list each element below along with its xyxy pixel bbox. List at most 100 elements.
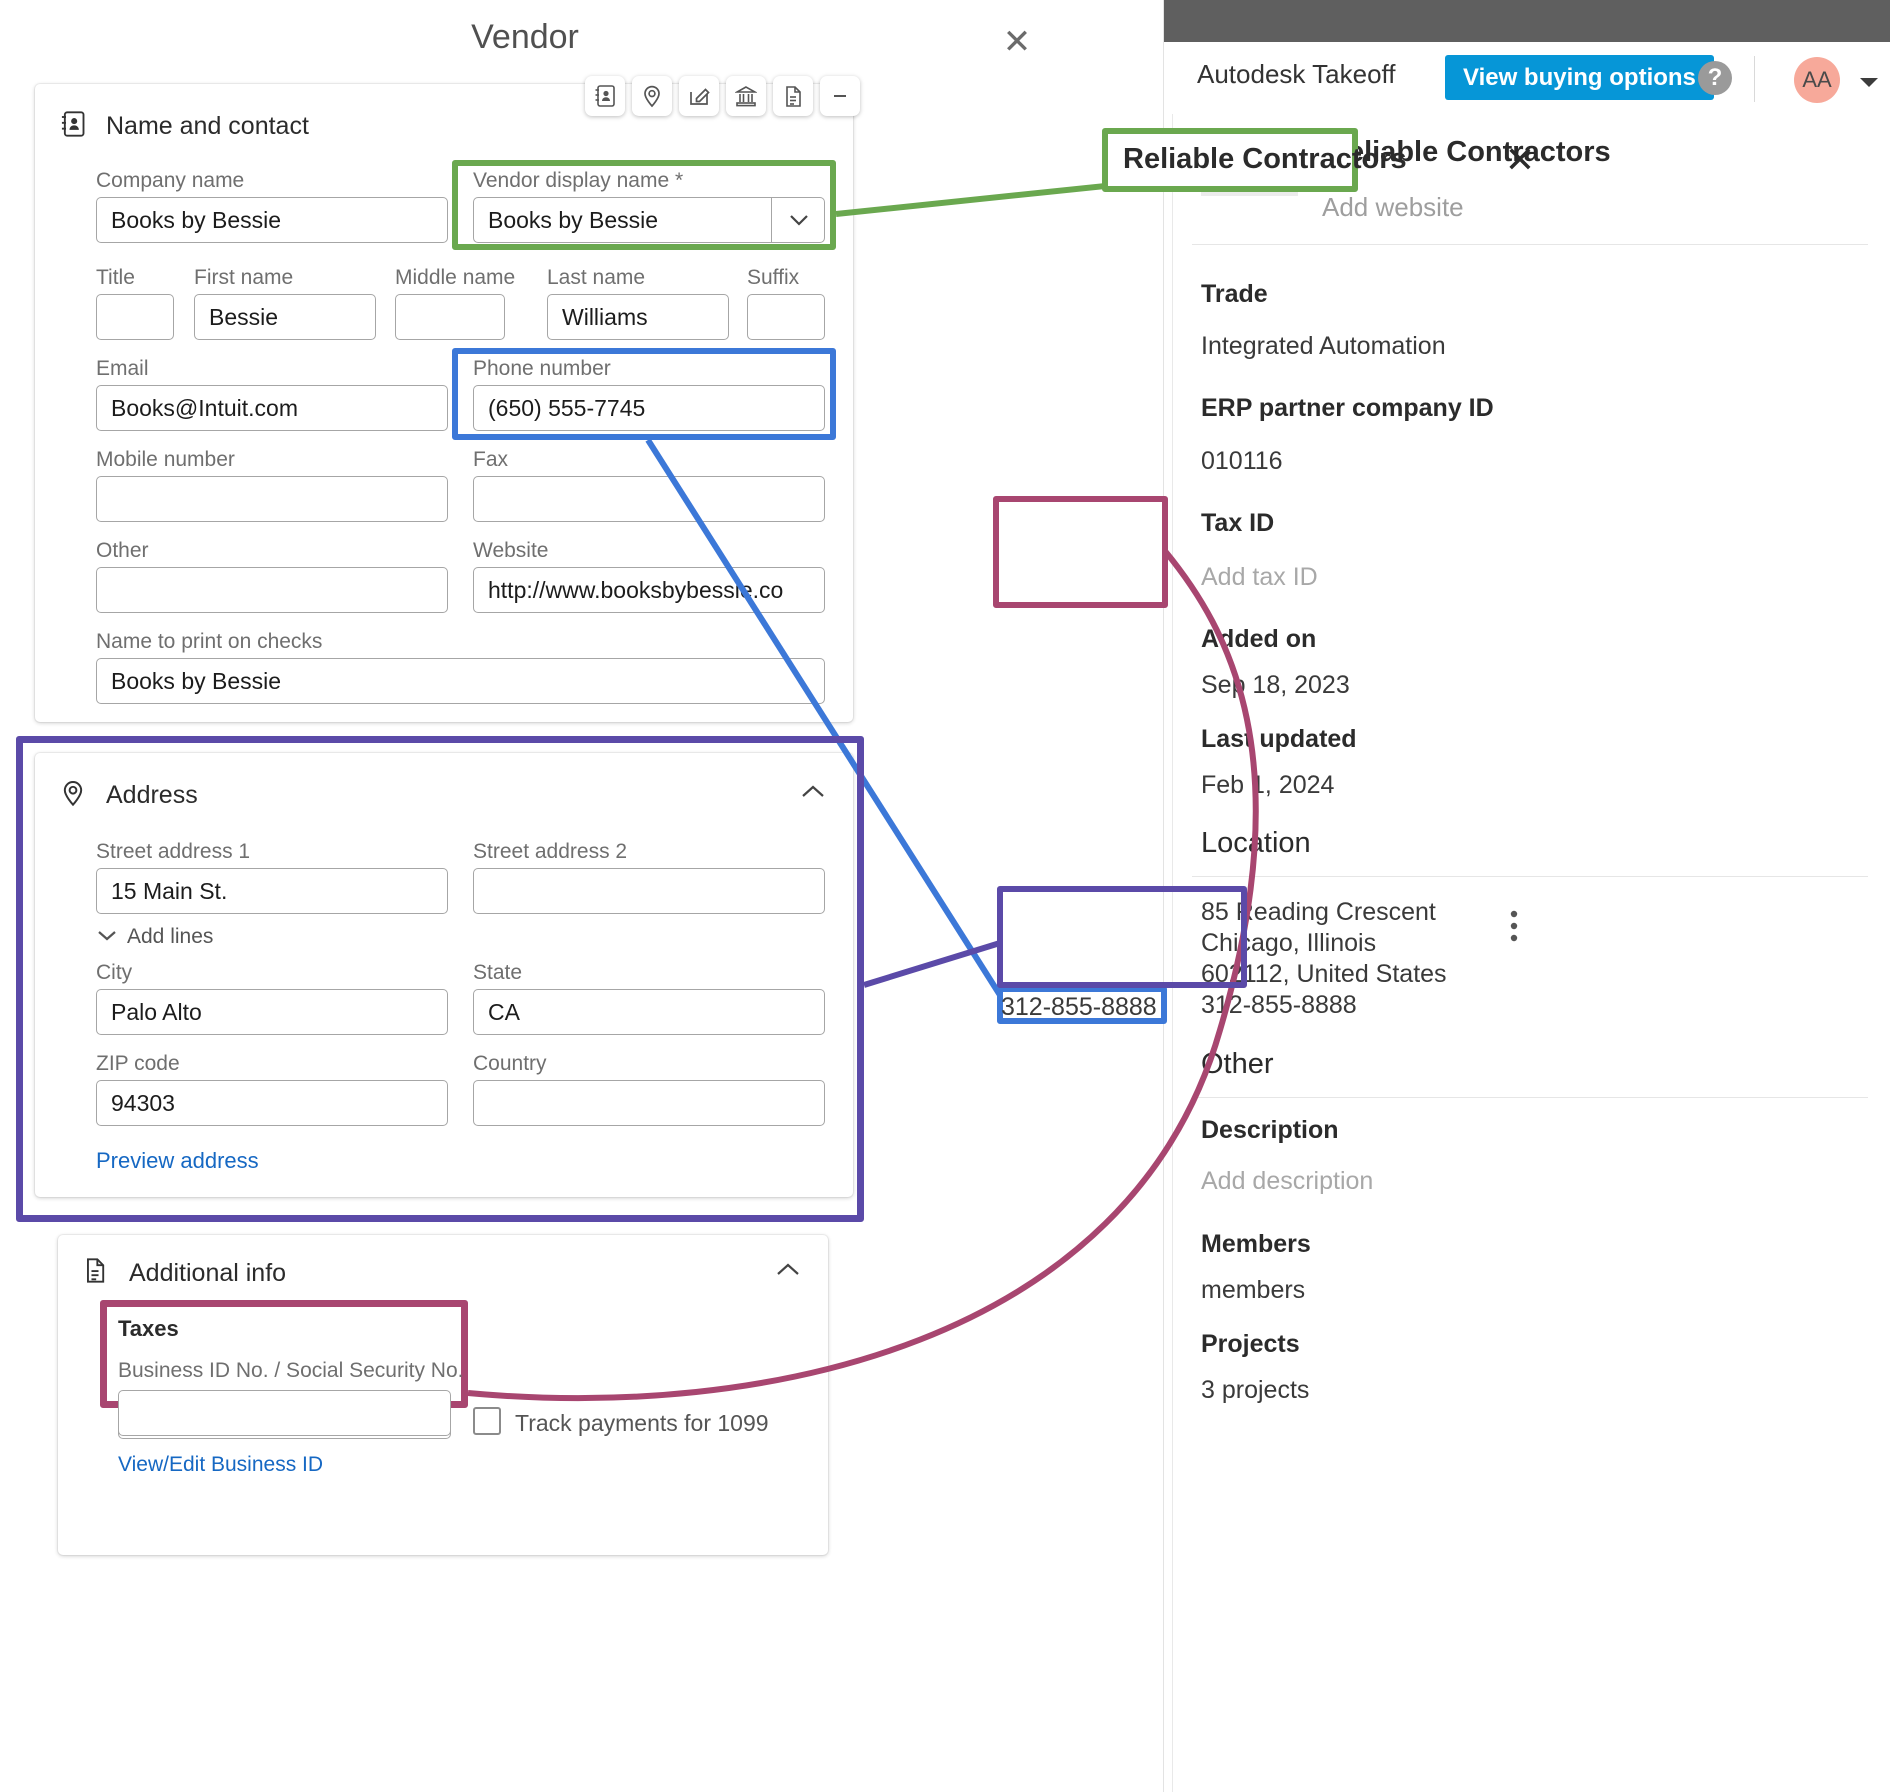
app-name: Autodesk Takeoff [1197,59,1396,89]
detail-value-description[interactable]: Add description [1201,1167,1373,1196]
detail-key-trade: Trade [1201,280,1268,308]
chevron-up-icon[interactable] [774,1261,802,1284]
state-label: State [473,961,523,984]
add-lines-button[interactable]: Add lines [96,925,213,949]
fax-input[interactable] [473,476,825,522]
email-input[interactable]: Books@Intuit.com [96,385,448,431]
divider [1192,244,1868,245]
company-detail-panel: Reliable Contractors Add website ✕ Trade… [1164,114,1890,1792]
other-input[interactable] [96,567,448,613]
map-pin-icon[interactable] [632,76,672,116]
address-title: Address [106,780,198,809]
annotation-business-id-label-text: Business ID No. / Social Security No. [118,1359,464,1382]
vendor-dialog: Vendor ✕ Name and contact Company name B… [0,0,1163,1792]
zip-code-label: ZIP code [96,1052,180,1075]
preview-address-link[interactable]: Preview address [96,1148,259,1174]
city-input[interactable]: Palo Alto [96,989,448,1035]
address-book-icon[interactable] [585,76,625,116]
street-address-2-label: Street address 2 [473,840,628,863]
detail-value-members: members [1201,1276,1306,1304]
additional-info-header: Additional info [83,1257,286,1289]
document-icon [83,1257,113,1289]
window-title-bar [1164,0,1890,42]
detail-value-projects: 3 projects [1201,1376,1310,1404]
mobile-number-input[interactable] [96,476,448,522]
header-divider [1754,56,1755,102]
suffix-input[interactable] [747,294,825,340]
detail-value-last-updated: Feb 1, 2024 [1201,771,1335,799]
annotation-taxes-heading-text: Taxes [118,1316,179,1341]
annotation-business-id-input[interactable] [118,1390,451,1436]
company-name-input[interactable]: Books by Bessie [96,197,448,243]
section-shortcut-toolbar [585,76,860,116]
page-title: Vendor [471,18,579,56]
track-1099-checkbox[interactable] [473,1407,501,1435]
state-input[interactable]: CA [473,989,825,1035]
fax-label: Fax [473,448,509,471]
autodesk-panel: Autodesk Takeoff View buying options ? A… [1163,0,1890,1792]
detail-key-description: Description [1201,1116,1339,1144]
first-name-input[interactable]: Bessie [194,294,376,340]
detail-key-members: Members [1201,1230,1311,1258]
edit-pencil-icon[interactable] [679,76,719,116]
address-header: Address [60,779,198,811]
detail-value-tax-id[interactable]: Add tax ID [1201,563,1318,592]
detail-key-added-on: Added on [1201,625,1317,653]
phone-number-input[interactable]: (650) 555-7745 [473,385,825,431]
city-label: City [96,961,133,984]
name-and-contact-title: Name and contact [106,111,309,140]
zip-code-input[interactable]: 94303 [96,1080,448,1126]
website-input[interactable]: http://www.booksbybessie.co [473,567,825,613]
chevron-down-icon[interactable] [771,197,825,243]
middle-name-label: Middle name [395,266,516,289]
title-input[interactable] [96,294,174,340]
close-icon[interactable]: ✕ [995,20,1039,64]
address-card: Address Street address 1 15 Main St. Str… [35,753,853,1197]
chevron-up-icon[interactable] [799,783,827,806]
more-vertical-icon[interactable] [1509,909,1519,948]
suffix-label: Suffix [747,266,800,289]
add-lines-label: Add lines [127,925,214,948]
view-buying-options-button[interactable]: View buying options [1445,55,1714,100]
location-line-2: Chicago, Illinois [1201,929,1377,957]
street-address-2-input[interactable] [473,868,825,914]
name-and-contact-card: Name and contact Company name Books by B… [35,84,853,722]
location-line-3: 602112, United States [1201,960,1447,988]
middle-name-input[interactable] [395,294,505,340]
document-icon[interactable] [773,76,813,116]
company-name-label: Company name [96,169,245,192]
minimize-icon[interactable] [820,76,860,116]
divider [1192,1097,1868,1098]
detail-value-erp-id: 010116 [1201,447,1283,475]
avatar[interactable]: AA [1794,57,1840,103]
first-name-label: First name [194,266,294,289]
detail-key-projects: Projects [1201,1330,1300,1358]
view-edit-business-id-link[interactable]: View/Edit Business ID [118,1453,323,1477]
name-on-checks-input[interactable]: Books by Bessie [96,658,825,704]
chevron-down-icon[interactable] [1858,75,1880,94]
annotation-company-name-text: Reliable Contractors [1123,143,1407,175]
question-mark-icon[interactable]: ? [1698,61,1732,95]
country-label: Country [473,1052,547,1075]
vendor-display-name-label: Vendor display name * [473,169,684,192]
detail-key-erp-id: ERP partner company ID [1201,394,1494,422]
phone-number-label: Phone number [473,357,611,380]
add-website-link[interactable]: Add website [1322,192,1464,223]
annotation-location-phone-text: 312-855-8888 [1001,993,1157,1021]
street-address-1-label: Street address 1 [96,840,251,863]
map-pin-icon [60,779,90,811]
track-1099-label: Track payments for 1099 [515,1410,769,1436]
close-icon[interactable]: ✕ [1498,140,1542,184]
country-input[interactable] [473,1080,825,1126]
name-and-contact-header: Name and contact [60,110,309,142]
location-phone: 312-855-8888 [1201,991,1357,1019]
last-name-input[interactable]: Williams [547,294,729,340]
bank-icon[interactable] [726,76,766,116]
street-address-1-input[interactable]: 15 Main St. [96,868,448,914]
location-heading: Location [1201,827,1311,859]
location-line-1: 85 Reading Crescent [1201,898,1436,926]
app-header-row: Autodesk Takeoff View buying options ? A… [1164,42,1890,114]
panel-left-rail [1172,114,1173,1792]
detail-key-tax-id: Tax ID [1201,509,1275,537]
website-label: Website [473,539,549,562]
